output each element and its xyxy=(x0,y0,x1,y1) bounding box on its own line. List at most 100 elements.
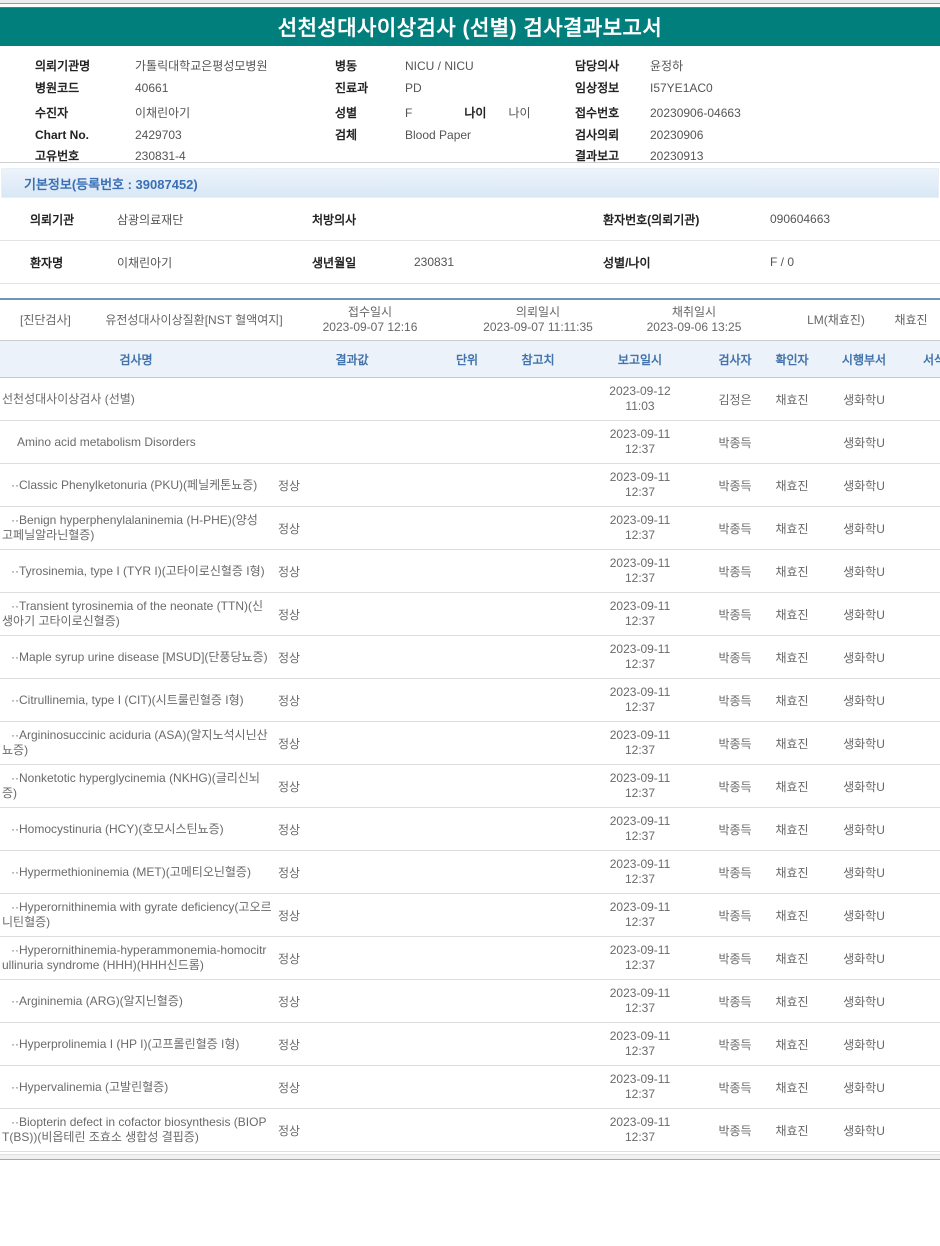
test-result: 정상 xyxy=(278,478,301,493)
test-name: ··Argininemia (ARG)(알지닌혈증) xyxy=(11,993,183,1008)
department-name: 생화학U xyxy=(843,1080,885,1095)
form-cell xyxy=(908,608,940,620)
field-value: 230831-4 xyxy=(135,149,186,163)
form-cell xyxy=(908,565,940,577)
header-info-row: 접수번호 20230906-04663 xyxy=(575,103,935,125)
test-name: ··Hyperornithinemia-hyperammonemia-homoc… xyxy=(2,943,267,972)
tester-name: 박종득 xyxy=(718,736,752,751)
form-cell xyxy=(908,436,940,448)
report-datetime: 2023-09-11 12:37 xyxy=(609,599,671,628)
column-header-confirmer: 확인자 xyxy=(775,352,809,367)
department-name: 생화학U xyxy=(843,994,885,1009)
form-cell xyxy=(908,651,940,663)
report-datetime: 2023-09-11 12:37 xyxy=(609,1115,671,1144)
test-result: 정상 xyxy=(278,951,301,966)
department-name: 생화학U xyxy=(843,779,885,794)
confirmer-name: 채효진 xyxy=(775,736,809,751)
department-name: 생화학U xyxy=(843,392,885,407)
test-unit xyxy=(432,694,502,706)
column-header-test-name: 검사명 xyxy=(119,352,153,367)
report-datetime: 2023-09-11 12:37 xyxy=(609,728,671,757)
field-value: 2023-09-07 12:16 xyxy=(322,320,418,334)
tester-name: 박종득 xyxy=(718,994,752,1009)
table-row: ··Hyperprolinemia I (HP I)(고프롤린혈증 I형) 정상… xyxy=(0,1023,940,1066)
field-label: 병동 xyxy=(335,59,358,73)
field-label: 임상정보 xyxy=(575,80,620,95)
department-name: 생화학U xyxy=(843,607,885,622)
form-cell xyxy=(908,952,940,964)
department-name: 생화학U xyxy=(843,908,885,923)
field-label: Chart No. xyxy=(35,127,89,142)
report-datetime: 2023-09-11 12:37 xyxy=(609,513,671,542)
sampler: LM(채효진) xyxy=(807,312,865,327)
department-name: 생화학U xyxy=(843,736,885,751)
header-info-row: 고유번호 230831-4 xyxy=(35,146,330,168)
field-label: 담당의사 xyxy=(575,59,620,73)
test-result: 정상 xyxy=(278,994,301,1009)
table-row: ··Maple syrup urine disease [MSUD](단풍당뇨증… xyxy=(0,636,940,679)
department-name: 생화학U xyxy=(843,865,885,880)
report-datetime: 2023-09-11 12:37 xyxy=(609,642,671,671)
horizontal-scrollbar-top[interactable] xyxy=(0,0,940,4)
form-cell xyxy=(908,1038,940,1050)
confirmer-name xyxy=(764,436,820,448)
diagnostic-tag: [진단검사] xyxy=(20,312,71,327)
field-label: 성별 xyxy=(335,106,358,120)
report-title-bar: 선천성대사이상검사 (선별) 검사결과보고서 xyxy=(0,7,940,46)
column-header-unit: 단위 xyxy=(455,352,479,367)
results-table-header: 검사명 결과값 단위 참고치 보고일시 검사자 확인자 시행부서 서식 xyxy=(0,341,940,378)
column-header-reference: 참고치 xyxy=(521,352,555,367)
tester-name: 박종득 xyxy=(718,650,752,665)
test-result: 정상 xyxy=(278,607,301,622)
test-unit xyxy=(432,393,502,405)
field-value: 2023-09-06 13:25 xyxy=(646,320,742,334)
confirmer-name: 채효진 xyxy=(775,822,809,837)
test-reference xyxy=(502,995,574,1007)
department-name: 생화학U xyxy=(843,1037,885,1052)
confirmer-name: 채효진 xyxy=(775,779,809,794)
form-cell xyxy=(908,694,940,706)
field-label: 결과보고 xyxy=(575,149,620,163)
field-label: 의뢰기관명 xyxy=(35,59,91,73)
test-name: 선천성대사이상검사 (선별) xyxy=(2,391,135,406)
confirmer-name: 채효진 xyxy=(775,1123,809,1138)
table-row: 선천성대사이상검사 (선별) 2023-09-12 11:03 김정은 채효진 … xyxy=(0,378,940,421)
test-reference xyxy=(502,780,574,792)
department-name: 생화학U xyxy=(843,822,885,837)
test-reference xyxy=(502,565,574,577)
test-name: ··Benign hyperphenylalaninemia (H-PHE)(양… xyxy=(2,513,258,542)
tester-name: 박종득 xyxy=(718,693,752,708)
header-info-row: 임상정보 I57YE1AC0 xyxy=(575,78,935,100)
confirmer-name: 채효진 xyxy=(775,650,809,665)
field-label: 수진자 xyxy=(35,106,69,120)
tester-name: 박종득 xyxy=(718,822,752,837)
table-row: ··Benign hyperphenylalaninemia (H-PHE)(양… xyxy=(0,507,940,550)
report-datetime: 2023-09-11 12:37 xyxy=(609,1029,671,1058)
form-cell xyxy=(908,866,940,878)
test-unit xyxy=(432,866,502,878)
tester-name: 박종득 xyxy=(718,521,752,536)
test-reference xyxy=(502,608,574,620)
department-name: 생화학U xyxy=(843,1123,885,1138)
confirmer-name: 채효진 xyxy=(775,1037,809,1052)
tester-name: 박종득 xyxy=(718,1037,752,1052)
field-value: F xyxy=(405,106,413,120)
table-row: ··Hyperornithinemia with gyrate deficien… xyxy=(0,894,940,937)
report-datetime: 2023-09-11 12:37 xyxy=(609,771,671,800)
header-info-row: Chart No. 2429703 xyxy=(35,125,330,147)
table-row: ··Hypervalinemia (고발린혈증) 정상 2023-09-11 1… xyxy=(0,1066,940,1109)
field-label: 검사의뢰 xyxy=(575,127,620,142)
test-reference xyxy=(502,909,574,921)
header-info-row: 병원코드 40661 xyxy=(35,78,330,100)
test-name: ··Hypermethioninemia (MET)(고메티오닌혈증) xyxy=(11,864,251,879)
field-label: 환자명 xyxy=(30,255,64,270)
test-name: ··Citrullinemia, type I (CIT)(시트룰린혈증 I형) xyxy=(11,692,244,707)
tester-name: 박종득 xyxy=(718,1123,752,1138)
field-label: 병원코드 xyxy=(35,80,80,95)
test-unit xyxy=(432,995,502,1007)
test-result xyxy=(272,393,432,405)
report-datetime: 2023-09-11 12:37 xyxy=(609,943,671,972)
confirmer-name: 채효진 xyxy=(775,865,809,880)
confirmer-name: 채효진 xyxy=(775,951,809,966)
horizontal-scrollbar-bottom[interactable] xyxy=(0,1154,940,1160)
